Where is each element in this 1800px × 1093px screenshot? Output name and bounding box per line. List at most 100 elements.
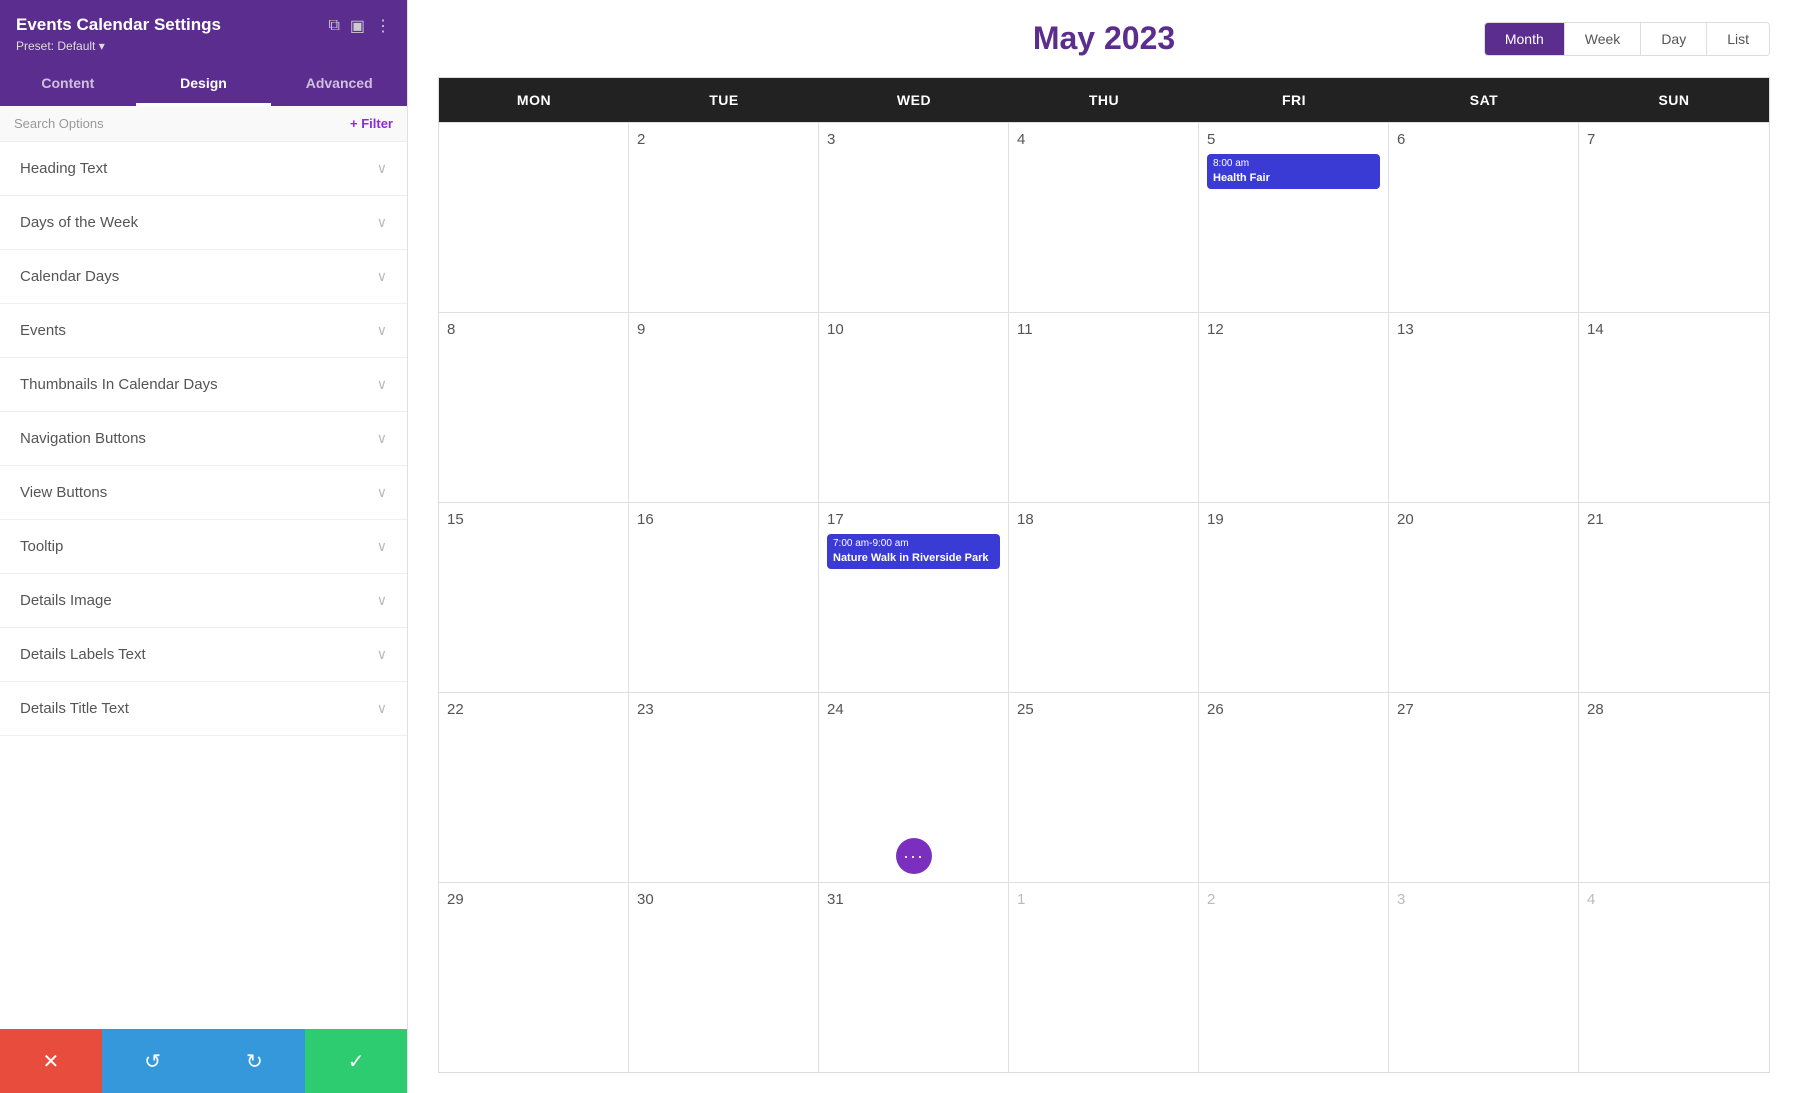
cal-cell-w3d3[interactable]: 17 7:00 am-9:00 am Nature Walk in Rivers… — [819, 503, 1009, 692]
settings-item-tooltip[interactable]: Tooltip ∨ — [0, 520, 407, 574]
cal-cell-w2d5[interactable]: 12 — [1199, 313, 1389, 502]
cal-cell-w2d2[interactable]: 9 — [629, 313, 819, 502]
settings-item-events[interactable]: Events ∨ — [0, 304, 407, 358]
tab-design[interactable]: Design — [136, 63, 272, 106]
settings-item-details-image[interactable]: Details Image ∨ — [0, 574, 407, 628]
cal-cell-w1d5[interactable]: 5 8:00 am Health Fair — [1199, 123, 1389, 312]
settings-item-days-of-week[interactable]: Days of the Week ∨ — [0, 196, 407, 250]
day-header-sun: SUN — [1579, 78, 1769, 122]
chevron-down-icon: ∨ — [377, 214, 387, 231]
chevron-down-icon: ∨ — [377, 322, 387, 339]
view-week-button[interactable]: Week — [1565, 23, 1642, 55]
search-bar: Search Options + Filter — [0, 106, 407, 142]
day-num: 3 — [827, 131, 835, 148]
cal-cell-w3d7[interactable]: 21 — [1579, 503, 1769, 692]
day-header-mon: MON — [439, 78, 629, 122]
day-num: 22 — [447, 701, 464, 718]
cal-cell-w5d2[interactable]: 30 — [629, 883, 819, 1072]
navigation-buttons-label: Navigation Buttons — [20, 430, 146, 447]
bottom-action-bar: ✕ ↺ ↻ ✓ — [0, 1029, 407, 1093]
settings-item-details-title-text[interactable]: Details Title Text ∨ — [0, 682, 407, 736]
day-num: 12 — [1207, 321, 1224, 338]
cal-cell-w3d6[interactable]: 20 — [1389, 503, 1579, 692]
cal-cell-w5d6[interactable]: 3 — [1389, 883, 1579, 1072]
cal-cell-w1d7[interactable]: 7 — [1579, 123, 1769, 312]
chevron-down-icon: ∨ — [377, 268, 387, 285]
day-num: 4 — [1587, 891, 1595, 908]
cal-cell-w1d6[interactable]: 6 — [1389, 123, 1579, 312]
search-options-text[interactable]: Search Options — [14, 116, 350, 131]
day-num: 2 — [637, 131, 645, 148]
filter-button[interactable]: + Filter — [350, 116, 393, 131]
cal-cell-w1d1[interactable] — [439, 123, 629, 312]
day-num: 11 — [1017, 321, 1033, 338]
undo-button[interactable]: ↺ — [102, 1029, 204, 1093]
view-buttons-group: Month Week Day List — [1484, 22, 1770, 56]
view-list-button[interactable]: List — [1707, 23, 1769, 55]
cal-cell-w3d5[interactable]: 19 — [1199, 503, 1389, 692]
day-num: 2 — [1207, 891, 1215, 908]
calendar-week-5: 29 30 31 1 2 3 4 — [439, 882, 1769, 1072]
view-month-button[interactable]: Month — [1485, 23, 1565, 55]
cal-cell-w5d1[interactable]: 29 — [439, 883, 629, 1072]
event-health-fair[interactable]: 8:00 am Health Fair — [1207, 154, 1380, 189]
cancel-button[interactable]: ✕ — [0, 1029, 102, 1093]
event-nature-walk[interactable]: 7:00 am-9:00 am Nature Walk in Riverside… — [827, 534, 1000, 569]
day-num: 8 — [447, 321, 455, 338]
settings-item-thumbnails[interactable]: Thumbnails In Calendar Days ∨ — [0, 358, 407, 412]
cal-cell-w4d5[interactable]: 26 — [1199, 693, 1389, 882]
cal-cell-w5d3[interactable]: 31 — [819, 883, 1009, 1072]
chevron-down-icon: ∨ — [377, 538, 387, 555]
cal-cell-w2d4[interactable]: 11 — [1009, 313, 1199, 502]
chevron-down-icon: ∨ — [377, 646, 387, 663]
settings-item-heading-text[interactable]: Heading Text ∨ — [0, 142, 407, 196]
chevron-down-icon: ∨ — [377, 592, 387, 609]
panel-header-icons: ⧉ ▣ ⋮ — [328, 16, 391, 36]
cal-cell-w2d1[interactable]: 8 — [439, 313, 629, 502]
cal-cell-w3d1[interactable]: 15 — [439, 503, 629, 692]
cal-cell-w4d2[interactable]: 23 — [629, 693, 819, 882]
chevron-down-icon: ∨ — [377, 430, 387, 447]
event-time: 8:00 am — [1213, 157, 1374, 171]
view-day-button[interactable]: Day — [1641, 23, 1707, 55]
more-icon[interactable]: ⋮ — [375, 16, 391, 36]
save-button[interactable]: ✓ — [305, 1029, 407, 1093]
settings-item-details-labels-text[interactable]: Details Labels Text ∨ — [0, 628, 407, 682]
copy-icon[interactable]: ⧉ — [328, 17, 339, 35]
day-header-wed: WED — [819, 78, 1009, 122]
cal-cell-w1d4[interactable]: 4 — [1009, 123, 1199, 312]
cal-cell-w2d7[interactable]: 14 — [1579, 313, 1769, 502]
cal-cell-w3d4[interactable]: 18 — [1009, 503, 1199, 692]
calendar-week-3: 15 16 17 7:00 am-9:00 am Nature Walk in … — [439, 502, 1769, 692]
day-num: 16 — [637, 511, 654, 528]
panel-preset[interactable]: Preset: Default ▾ — [16, 39, 221, 53]
day-num: 15 — [447, 511, 464, 528]
cal-cell-w5d7[interactable]: 4 — [1579, 883, 1769, 1072]
cal-cell-w4d1[interactable]: 22 — [439, 693, 629, 882]
cal-cell-w4d4[interactable]: 25 — [1009, 693, 1199, 882]
cal-cell-w4d3[interactable]: 24 ··· — [819, 693, 1009, 882]
settings-item-navigation-buttons[interactable]: Navigation Buttons ∨ — [0, 412, 407, 466]
day-num: 31 — [827, 891, 844, 908]
cal-cell-w4d7[interactable]: 28 — [1579, 693, 1769, 882]
cal-cell-w4d6[interactable]: 27 — [1389, 693, 1579, 882]
expand-icon[interactable]: ▣ — [350, 16, 365, 36]
calendar-week-4: 22 23 24 ··· 25 26 27 28 — [439, 692, 1769, 882]
tab-content[interactable]: Content — [0, 63, 136, 106]
calendar-rows: 2 3 4 5 8:00 am Health Fair 6 7 8 9 10 1 — [439, 122, 1769, 1072]
calendar-panel: May 2023 Month Week Day List MON TUE WED… — [408, 0, 1800, 1093]
cal-cell-w5d5[interactable]: 2 — [1199, 883, 1389, 1072]
days-of-week-label: Days of the Week — [20, 214, 138, 231]
cal-cell-w1d3[interactable]: 3 — [819, 123, 1009, 312]
cal-cell-w3d2[interactable]: 16 — [629, 503, 819, 692]
tab-advanced[interactable]: Advanced — [271, 63, 407, 106]
cal-cell-w5d4[interactable]: 1 — [1009, 883, 1199, 1072]
settings-item-calendar-days[interactable]: Calendar Days ∨ — [0, 250, 407, 304]
settings-item-view-buttons[interactable]: View Buttons ∨ — [0, 466, 407, 520]
more-events-button[interactable]: ··· — [896, 838, 932, 874]
cal-cell-w2d6[interactable]: 13 — [1389, 313, 1579, 502]
cal-cell-w2d3[interactable]: 10 — [819, 313, 1009, 502]
cal-cell-w1d2[interactable]: 2 — [629, 123, 819, 312]
redo-button[interactable]: ↻ — [204, 1029, 306, 1093]
day-num: 25 — [1017, 701, 1034, 718]
